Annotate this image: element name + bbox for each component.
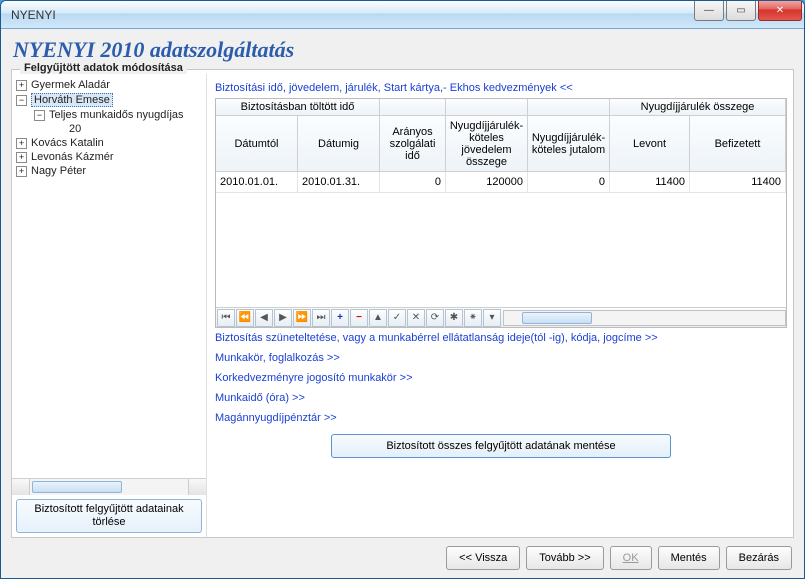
back-button[interactable]: << Vissza <box>446 546 520 570</box>
tree-node[interactable]: − Teljes munkaidős nyugdíjas <box>14 108 204 122</box>
nav-add-icon[interactable]: + <box>331 309 349 327</box>
tree-node[interactable]: + Gyermek Aladár <box>14 78 204 92</box>
cell-deducted[interactable]: 11400 <box>610 172 690 193</box>
tree-node[interactable]: + Levonás Kázmér <box>14 150 204 164</box>
col-date-to[interactable]: Dátumig <box>298 116 380 172</box>
tree-label: Kovács Katalin <box>31 137 104 149</box>
window-title: NYENYI <box>11 8 56 22</box>
expand-icon[interactable]: + <box>16 152 27 163</box>
tree-node[interactable]: + Nagy Péter <box>14 164 204 178</box>
tree-node[interactable]: + Kovács Katalin <box>14 136 204 150</box>
expand-icon[interactable]: + <box>16 166 27 177</box>
nav-next-icon[interactable]: ▶ <box>274 309 292 327</box>
next-button[interactable]: Tovább >> <box>526 546 603 570</box>
wizard-footer: << Vissza Tovább >> OK Mentés Bezárás <box>446 546 792 570</box>
col-deducted[interactable]: Levont <box>610 116 690 172</box>
col-prop-service[interactable]: Arányos szolgálati idő <box>380 116 446 172</box>
nav-cancel-icon[interactable]: ✕ <box>407 309 425 327</box>
table-row[interactable]: 2010.01.01. 2010.01.31. 0 120000 0 11400… <box>216 172 786 193</box>
col-spacer <box>528 99 610 116</box>
cell-date-from[interactable]: 2010.01.01. <box>216 172 298 193</box>
tree-label-selected: Horváth Emese <box>31 93 113 107</box>
delete-collected-data-button[interactable]: Biztosított felgyűjtött adatainak törlés… <box>16 499 202 533</box>
nav-next-page-icon[interactable]: ⏩ <box>293 309 311 327</box>
tree-node[interactable]: 20 <box>14 122 204 136</box>
nav-bookmark-icon[interactable]: ✱ <box>445 309 463 327</box>
grid-navigator: ⏮ ⏪ ◀ ▶ ⏩ ⏭ + − ▲ ✓ ✕ ⟳ ✱ ⁕ ▾ <box>216 307 786 327</box>
col-group-pension-sum: Nyugdíjjárulék összege <box>610 99 786 116</box>
col-paid[interactable]: Befizetett <box>690 116 786 172</box>
section-link-suspension[interactable]: Biztosítás szüneteltetése, vagy a munkab… <box>215 328 787 348</box>
nav-refresh-icon[interactable]: ⟳ <box>426 309 444 327</box>
nav-post-icon[interactable]: ✓ <box>388 309 406 327</box>
nav-prev-page-icon[interactable]: ⏪ <box>236 309 254 327</box>
nav-last-icon[interactable]: ⏭ <box>312 309 330 327</box>
col-spacer <box>380 99 446 116</box>
col-spacer <box>446 99 528 116</box>
close-button[interactable]: ✕ <box>758 1 802 21</box>
cell-pension-income[interactable]: 120000 <box>446 172 528 193</box>
tree-label: Levonás Kázmér <box>31 151 114 163</box>
col-date-from[interactable]: Dátumtól <box>216 116 298 172</box>
nav-first-icon[interactable]: ⏮ <box>217 309 235 327</box>
cell-date-to[interactable]: 2010.01.31. <box>298 172 380 193</box>
detail-pane: Biztosítási idő, jövedelem, járulék, Sta… <box>207 74 793 537</box>
tree-label: Teljes munkaidős nyugdíjas <box>49 109 184 121</box>
tree-label: Gyermek Aladár <box>31 79 110 91</box>
main-panel: Felgyűjtött adatok módosítása + Gyermek … <box>11 69 794 538</box>
save-all-collected-button[interactable]: Biztosított összes felgyűjtött adatának … <box>331 434 671 458</box>
nav-edit-icon[interactable]: ▲ <box>369 309 387 327</box>
collapse-icon[interactable]: − <box>16 95 27 106</box>
tree-label: Nagy Péter <box>31 165 86 177</box>
cell-paid[interactable]: 11400 <box>690 172 786 193</box>
section-link-worktime[interactable]: Munkaidő (óra) >> <box>215 388 787 408</box>
nav-goto-bookmark-icon[interactable]: ⁕ <box>464 309 482 327</box>
panel-title: Felgyűjtött adatok módosítása <box>20 62 187 74</box>
col-pension-bonus[interactable]: Nyugdíjjárulék-köteles jutalom <box>528 116 610 172</box>
save-button[interactable]: Mentés <box>658 546 720 570</box>
section-link-early-retirement[interactable]: Korkedvezményre jogosító munkakör >> <box>215 368 787 388</box>
expand-icon[interactable]: + <box>16 138 27 149</box>
tree-pane: + Gyermek Aladár − Horváth Emese − Telje… <box>12 74 207 537</box>
grid-scrollbar[interactable] <box>503 310 786 326</box>
person-tree[interactable]: + Gyermek Aladár − Horváth Emese − Telje… <box>12 74 206 478</box>
cell-pension-bonus[interactable]: 0 <box>528 172 610 193</box>
expand-icon[interactable]: + <box>16 80 27 91</box>
tree-scrollbar[interactable] <box>12 478 206 495</box>
nav-filter-icon[interactable]: ▾ <box>483 309 501 327</box>
nav-prev-icon[interactable]: ◀ <box>255 309 273 327</box>
minimize-button[interactable]: — <box>694 1 724 21</box>
titlebar[interactable]: NYENYI — ▭ ✕ <box>1 1 804 29</box>
tree-node[interactable]: − Horváth Emese <box>14 92 204 108</box>
tree-label: 20 <box>69 123 81 135</box>
cell-prop-service[interactable]: 0 <box>380 172 446 193</box>
col-group-insurance-time: Biztosításban töltött idő <box>216 99 380 116</box>
close-dialog-button[interactable]: Bezárás <box>726 546 792 570</box>
data-grid[interactable]: Biztosításban töltött idő Nyugdíjjárulék… <box>215 98 787 328</box>
nav-remove-icon[interactable]: − <box>350 309 368 327</box>
col-pension-income[interactable]: Nyugdíjjárulék-köteles jövedelem összege <box>446 116 528 172</box>
section-link-occupation[interactable]: Munkakör, foglalkozás >> <box>215 348 787 368</box>
ok-button: OK <box>610 546 652 570</box>
app-window: NYENYI — ▭ ✕ NYENYI 2010 adatszolgáltatá… <box>0 0 805 579</box>
section-link-insurance[interactable]: Biztosítási idő, jövedelem, járulék, Sta… <box>215 78 787 98</box>
section-link-private-pension[interactable]: Magánnyugdíjpénztár >> <box>215 408 787 428</box>
collapse-icon[interactable]: − <box>34 110 45 121</box>
maximize-button[interactable]: ▭ <box>726 1 756 21</box>
